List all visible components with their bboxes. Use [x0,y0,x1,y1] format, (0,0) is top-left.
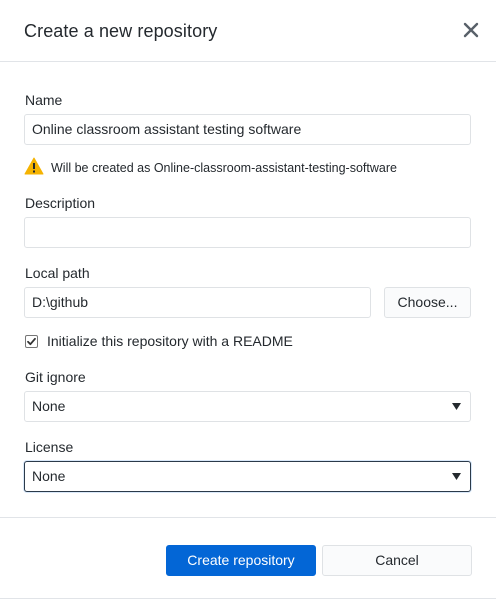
warning-icon [24,157,44,180]
choose-button[interactable]: Choose... [384,287,471,318]
dialog-title: Create a new repository [24,21,218,41]
license-select[interactable]: None [24,461,471,492]
create-repository-dialog: Create a new repository Name Online clas… [0,0,496,601]
name-warning: Will be created as Online-classroom-assi… [24,157,397,180]
dialog-header: Create a new repository [0,0,496,62]
warning-text: Will be created as Online-classroom-assi… [51,161,397,175]
git-ignore-select[interactable]: None [24,391,471,422]
checkmark-icon [27,337,36,345]
chevron-down-icon [452,403,461,410]
chevron-down-icon [452,473,461,480]
local-path-label: Local path [25,265,90,281]
close-icon[interactable] [459,18,483,42]
license-selected: None [32,468,66,484]
readme-checkbox[interactable] [25,334,38,348]
description-input[interactable] [24,217,471,248]
git-ignore-selected: None [32,398,66,414]
dialog-footer: Create repository Cancel [0,517,496,601]
license-label: License [25,439,74,455]
readme-checkbox-label: Initialize this repository with a README [47,333,293,349]
local-path-input[interactable]: D:\github [24,287,371,318]
cancel-button[interactable]: Cancel [322,545,472,576]
name-input[interactable]: Online classroom assistant testing softw… [24,114,471,145]
create-repository-button[interactable]: Create repository [166,545,316,576]
description-label: Description [25,195,96,211]
name-label: Name [25,92,63,108]
git-ignore-label: Git ignore [25,369,86,385]
readme-checkbox-row[interactable]: Initialize this repository with a README [25,333,293,349]
